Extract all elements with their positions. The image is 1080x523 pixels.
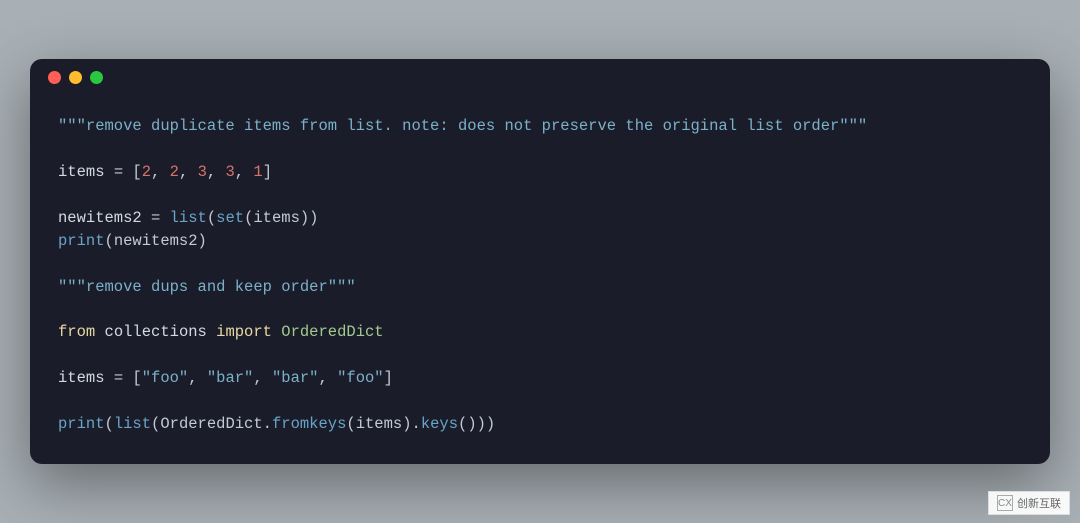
- code-token: items: [58, 369, 114, 387]
- window-titlebar: [30, 59, 1050, 97]
- code-token: ,: [235, 163, 254, 181]
- code-token: from: [58, 323, 95, 341]
- code-token: "foo": [337, 369, 384, 387]
- code-token: "foo": [142, 369, 189, 387]
- code-token: import: [216, 323, 272, 341]
- code-token: OrderedDict: [281, 323, 383, 341]
- code-token: [272, 323, 281, 341]
- code-token: ())): [458, 415, 495, 433]
- code-token: (items).: [346, 415, 420, 433]
- code-line: [58, 298, 1022, 321]
- code-token: print: [58, 415, 105, 433]
- code-token: 3: [198, 163, 207, 181]
- code-line: print(list(OrderedDict.fromkeys(items).k…: [58, 413, 1022, 436]
- code-token: items: [58, 163, 114, 181]
- code-token: = [: [114, 369, 142, 387]
- minimize-icon[interactable]: [69, 71, 82, 84]
- code-line: """remove dups and keep order""": [58, 276, 1022, 299]
- code-block: """remove duplicate items from list. not…: [30, 97, 1050, 464]
- maximize-icon[interactable]: [90, 71, 103, 84]
- code-token: = [: [114, 163, 142, 181]
- code-line: from collections import OrderedDict: [58, 321, 1022, 344]
- code-line: [58, 390, 1022, 413]
- watermark: CX 创新互联: [988, 491, 1070, 515]
- code-token: 1: [253, 163, 262, 181]
- code-token: ,: [151, 163, 170, 181]
- code-token: ,: [207, 163, 226, 181]
- code-line: items = [2, 2, 3, 3, 1]: [58, 161, 1022, 184]
- code-token: ,: [188, 369, 207, 387]
- code-line: """remove duplicate items from list. not…: [58, 115, 1022, 138]
- code-token: collections: [105, 323, 217, 341]
- code-line: [58, 253, 1022, 276]
- code-token: (items)): [244, 209, 318, 227]
- code-line: print(newitems2): [58, 230, 1022, 253]
- code-token: (: [207, 209, 216, 227]
- code-token: ,: [179, 163, 198, 181]
- code-token: set: [216, 209, 244, 227]
- code-token: fromkeys: [272, 415, 346, 433]
- code-line: [58, 344, 1022, 367]
- code-token: =: [151, 209, 170, 227]
- code-token: ]: [263, 163, 272, 181]
- code-token: "bar": [207, 369, 254, 387]
- code-token: list: [170, 209, 207, 227]
- code-token: print: [58, 232, 105, 250]
- code-line: newitems2 = list(set(items)): [58, 207, 1022, 230]
- code-token: list: [114, 415, 151, 433]
- code-line: items = ["foo", "bar", "bar", "foo"]: [58, 367, 1022, 390]
- code-line: [58, 138, 1022, 161]
- code-token: [95, 323, 104, 341]
- code-token: newitems2: [58, 209, 151, 227]
- code-token: ]: [384, 369, 393, 387]
- code-token: (OrderedDict.: [151, 415, 272, 433]
- watermark-logo-icon: CX: [997, 495, 1013, 511]
- code-token: 3: [225, 163, 234, 181]
- code-window: """remove duplicate items from list. not…: [30, 59, 1050, 464]
- code-line: [58, 184, 1022, 207]
- code-token: "bar": [272, 369, 319, 387]
- code-token: (newitems2): [105, 232, 207, 250]
- code-token: """remove dups and keep order""": [58, 278, 356, 296]
- code-token: ,: [253, 369, 272, 387]
- code-token: keys: [421, 415, 458, 433]
- code-token: 2: [142, 163, 151, 181]
- code-token: (: [105, 415, 114, 433]
- watermark-text: 创新互联: [1017, 495, 1061, 511]
- code-token: ,: [318, 369, 337, 387]
- close-icon[interactable]: [48, 71, 61, 84]
- code-token: 2: [170, 163, 179, 181]
- code-token: """remove duplicate items from list. not…: [58, 117, 867, 135]
